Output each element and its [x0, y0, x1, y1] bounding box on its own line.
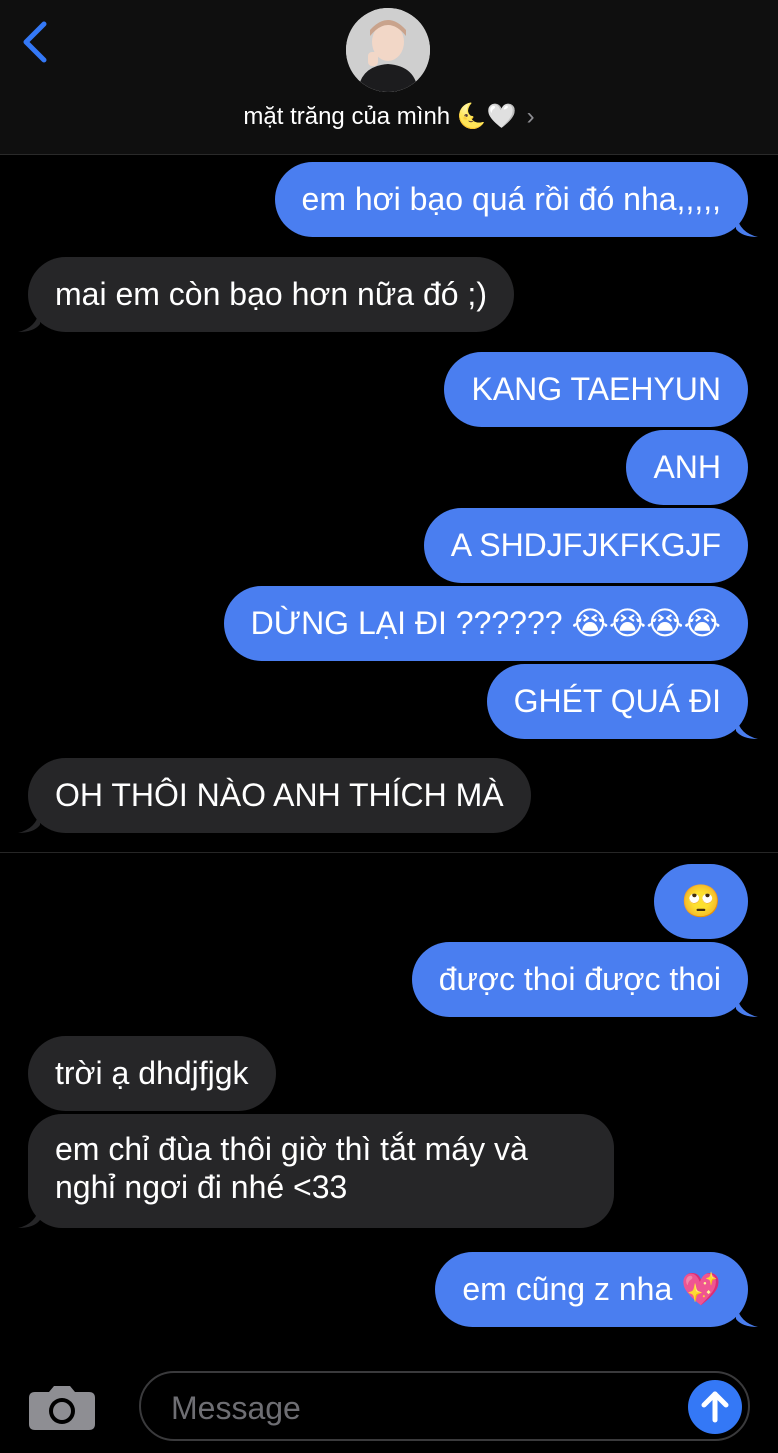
chevron-right-icon: › [526, 103, 535, 130]
message-bubble-received[interactable]: em chỉ đùa thôi giờ thì tắt máy và nghỉ … [18, 1114, 614, 1228]
message-bubble-sent[interactable]: em hơi bạo quá rồi đó nha,,,,, [274, 162, 758, 237]
message-text: DỪNG LẠI ĐI ?????? 😭😭😭😭 [250, 605, 721, 641]
message-text: KANG TAEHYUN [471, 371, 721, 407]
message-text: ANH [653, 449, 721, 485]
message-text: em cũng z nha 💖 [462, 1271, 721, 1307]
arrow-up-icon [701, 1391, 729, 1423]
contact-name-row[interactable]: mặt trăng của mình 🌜🤍 › [0, 100, 778, 134]
message-text: mai em còn bạo hơn nữa đó ;) [55, 276, 487, 312]
message-text: trời ạ dhdjfjgk [55, 1055, 249, 1091]
message-text: 🙄 [681, 883, 721, 919]
message-bubble-sent[interactable]: DỪNG LẠI ĐI ?????? 😭😭😭😭 [223, 586, 748, 661]
message-text: em chỉ đùa thôi giờ thì tắt máy và nghỉ … [55, 1131, 528, 1205]
avatar[interactable] [346, 8, 430, 92]
message-bubble-sent[interactable]: KANG TAEHYUN [444, 352, 748, 427]
message-bubble-sent[interactable]: 🙄 [654, 864, 748, 939]
message-bubble-received[interactable]: mai em còn bạo hơn nữa đó ;) [18, 257, 514, 332]
message-input[interactable]: Message [139, 1371, 750, 1441]
contact-name: mặt trăng của mình 🌜🤍 [243, 103, 517, 130]
message-bubble-sent[interactable]: được thoi được thoi [411, 942, 758, 1017]
divider [0, 852, 778, 853]
message-text: A SHDJFJKFKGJF [450, 527, 721, 563]
message-placeholder: Message [171, 1390, 301, 1426]
message-bubble-sent[interactable]: em cũng z nha 💖 [435, 1252, 758, 1327]
message-bubble-sent[interactable]: A SHDJFJKFKGJF [423, 508, 748, 583]
message-text: GHÉT QUÁ ĐI [513, 683, 721, 719]
camera-icon[interactable] [29, 1384, 95, 1430]
message-bubble-received[interactable]: OH THÔI NÀO ANH THÍCH MÀ [18, 758, 531, 833]
message-bubble-sent[interactable]: GHÉT QUÁ ĐI [486, 664, 758, 739]
message-text: em hơi bạo quá rồi đó nha,,,,, [301, 181, 721, 217]
chevron-left-icon[interactable] [18, 20, 54, 64]
message-bubble-received[interactable]: trời ạ dhdjfjgk [28, 1036, 276, 1111]
send-button[interactable] [688, 1380, 742, 1434]
message-text: OH THÔI NÀO ANH THÍCH MÀ [55, 777, 504, 813]
message-text: được thoi được thoi [438, 961, 721, 997]
conversation-header: mặt trăng của mình 🌜🤍 › [0, 0, 778, 155]
message-bubble-sent[interactable]: ANH [626, 430, 748, 505]
